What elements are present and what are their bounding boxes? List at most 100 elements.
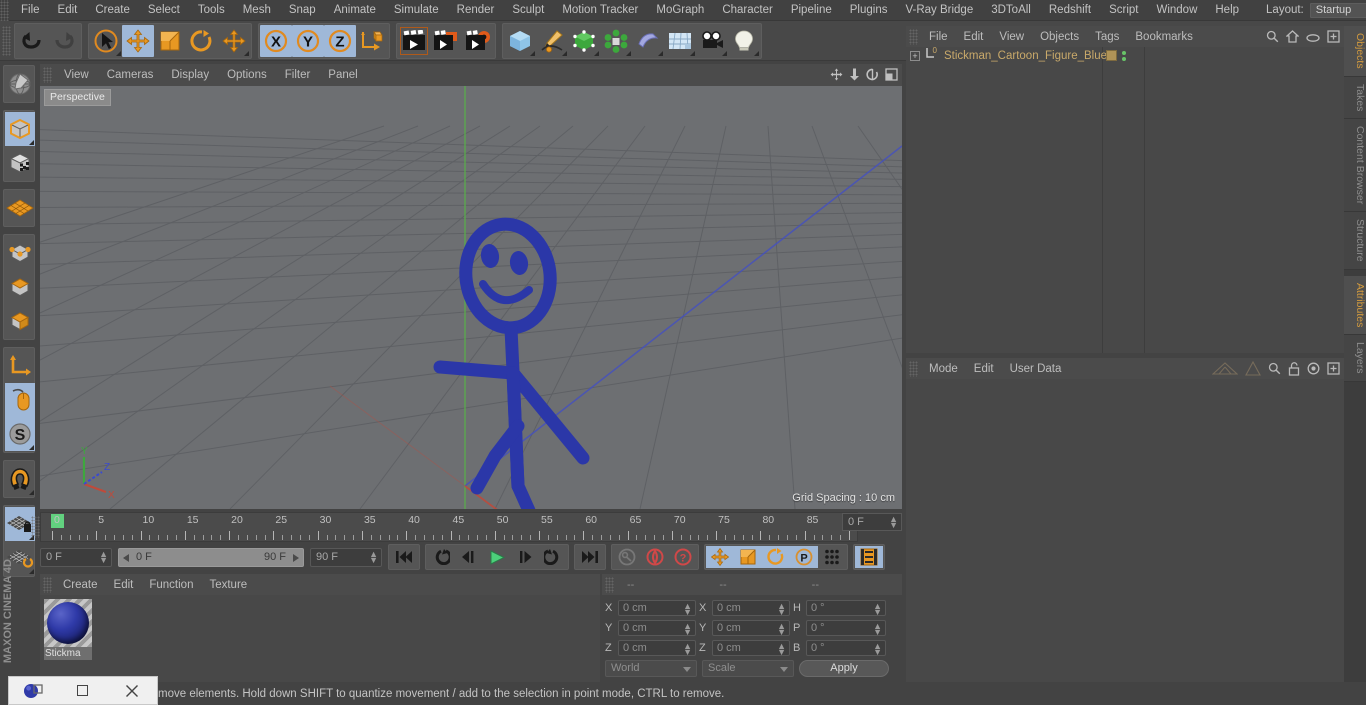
spinner-icon[interactable]: ▲ ▼ <box>777 642 786 657</box>
scale-key-button[interactable] <box>734 546 762 568</box>
mograph-array-button[interactable] <box>600 25 632 57</box>
menu-item-file[interactable]: File <box>12 0 49 21</box>
target-icon[interactable] <box>1307 362 1320 380</box>
dock-tab-objects[interactable]: Objects <box>1344 26 1366 77</box>
light-button[interactable] <box>728 25 760 57</box>
mouse-enable-button[interactable] <box>5 383 35 417</box>
attribute-menu-edit[interactable]: Edit <box>966 363 1002 375</box>
play-button[interactable] <box>483 546 511 568</box>
max-frame-input[interactable]: 90 F ▲ ▼ <box>310 547 382 567</box>
dock-tab-content-browser[interactable]: Content Browser <box>1344 119 1366 213</box>
dock-tab-layers[interactable]: Layers <box>1344 335 1366 382</box>
lock-icon[interactable] <box>1288 361 1300 381</box>
add-layer-icon[interactable] <box>1327 30 1340 48</box>
material-menu-edit[interactable]: Edit <box>106 579 142 591</box>
viewport-menu-options[interactable]: Options <box>218 69 276 81</box>
material-item[interactable]: Stickma <box>44 599 92 660</box>
add-icon[interactable] <box>1327 362 1340 380</box>
search-icon[interactable] <box>1266 30 1279 48</box>
coordinate-system-dropdown[interactable]: World <box>605 660 697 677</box>
preview-range-bar[interactable]: 0 F 90 F <box>118 547 304 567</box>
restore-icon[interactable] <box>66 678 100 704</box>
render-view-button[interactable] <box>398 25 430 57</box>
coord-input-position-z[interactable]: 0 cm ▲ ▼ <box>618 640 696 657</box>
go-to-previous-key-button[interactable] <box>427 546 455 568</box>
object-menu-file[interactable]: File <box>921 31 956 43</box>
attribute-menu-user-data[interactable]: User Data <box>1002 363 1070 375</box>
spinner-icon[interactable]: ▲ ▼ <box>777 622 786 637</box>
make-editable-button[interactable] <box>5 67 35 101</box>
coordinates-grip[interactable] <box>605 576 614 593</box>
viewport-menu-display[interactable]: Display <box>162 69 218 81</box>
layout-dropdown[interactable]: Startup <box>1309 2 1366 18</box>
close-icon[interactable] <box>115 678 149 704</box>
menu-item-mograph[interactable]: MoGraph <box>647 0 713 21</box>
coord-input-rotation-h[interactable]: 0 ° ▲ ▼ <box>806 600 886 617</box>
object-axis-button[interactable] <box>5 349 35 383</box>
position-key-button[interactable] <box>706 546 734 568</box>
axis-z-button[interactable]: Z <box>324 24 356 57</box>
material-grip[interactable] <box>43 576 52 593</box>
material-preview-window[interactable] <box>8 676 158 705</box>
step-back-button[interactable] <box>455 546 483 568</box>
timeline-ruler[interactable]: 051015202530354045505560657075808590 <box>40 512 863 542</box>
shade-preview-icon[interactable] <box>1211 361 1239 381</box>
dock-tab-structure[interactable]: Structure <box>1344 212 1366 270</box>
render-settings-button[interactable] <box>462 25 494 57</box>
render-visibility-dot[interactable] <box>1122 56 1126 61</box>
menu-item-animate[interactable]: Animate <box>325 0 385 21</box>
menu-item-window[interactable]: Window <box>1147 0 1206 21</box>
object-tree[interactable]: + 0 Stickman_Cartoon_Figure_Blue <box>906 46 1344 353</box>
menu-item-redshift[interactable]: Redshift <box>1040 0 1100 21</box>
pan-view-icon[interactable] <box>830 68 843 86</box>
maximize-view-icon[interactable] <box>885 68 898 86</box>
menu-item-pipeline[interactable]: Pipeline <box>782 0 841 21</box>
spinner-icon[interactable]: ▲ ▼ <box>683 602 692 617</box>
material-menu-texture[interactable]: Texture <box>201 579 255 591</box>
deformer-button[interactable] <box>632 25 664 57</box>
menu-item-v-ray-bridge[interactable]: V-Ray Bridge <box>896 0 982 21</box>
visibility-icon[interactable] <box>1306 30 1320 48</box>
autokeying-button[interactable] <box>641 546 669 568</box>
object-row[interactable]: + 0 Stickman_Cartoon_Figure_Blue <box>906 46 1344 64</box>
point-level-animation-button[interactable] <box>818 546 846 568</box>
world-coordinate-button[interactable] <box>356 25 388 57</box>
menu-item-mesh[interactable]: Mesh <box>234 0 280 21</box>
coord-input-size-x[interactable]: 0 cm ▲ ▼ <box>712 600 790 617</box>
dock-tab-takes[interactable]: Takes <box>1344 76 1366 120</box>
menu-item-character[interactable]: Character <box>713 0 782 21</box>
home-icon[interactable] <box>1285 30 1300 48</box>
scale-snap-button[interactable]: S <box>5 417 35 451</box>
rotation-key-button[interactable] <box>762 546 790 568</box>
material-preview-icon[interactable] <box>17 678 51 704</box>
polygon-mode-button[interactable] <box>5 304 35 338</box>
spline-pen-button[interactable] <box>536 25 568 57</box>
go-to-next-key-button[interactable] <box>539 546 567 568</box>
rotate-view-icon[interactable] <box>866 68 879 86</box>
menu-item-render[interactable]: Render <box>448 0 504 21</box>
expand-icon[interactable]: + <box>910 50 920 61</box>
object-manager-grip[interactable] <box>909 28 918 45</box>
axis-y-button[interactable]: Y <box>292 24 324 57</box>
menu-item-snap[interactable]: Snap <box>280 0 325 21</box>
timeline-toggle-button[interactable] <box>855 546 883 568</box>
parameter-key-button[interactable]: P <box>790 546 818 568</box>
spinner-icon[interactable]: ▲ ▼ <box>873 642 882 657</box>
apply-button[interactable]: Apply <box>799 660 889 677</box>
spinner-icon[interactable]: ▲ ▼ <box>777 602 786 617</box>
camera-button[interactable] <box>696 25 728 57</box>
material-menu-create[interactable]: Create <box>55 579 106 591</box>
rotate-tool-button[interactable] <box>186 25 218 57</box>
edge-mode-button[interactable] <box>5 270 35 304</box>
model-mode-button[interactable] <box>5 112 35 146</box>
attribute-menu-mode[interactable]: Mode <box>921 363 966 375</box>
material-thumbnail[interactable] <box>44 599 92 647</box>
range-left-arrow-icon[interactable] <box>123 553 129 562</box>
coord-input-position-y[interactable]: 0 cm ▲ ▼ <box>618 620 696 637</box>
menu-item-plugins[interactable]: Plugins <box>841 0 897 21</box>
axis-x-button[interactable]: X <box>260 24 292 57</box>
go-to-start-button[interactable] <box>390 546 418 568</box>
menu-item-help[interactable]: Help <box>1206 0 1248 21</box>
spinner-icon[interactable]: ▲ ▼ <box>683 642 692 657</box>
go-to-end-button[interactable] <box>576 546 604 568</box>
